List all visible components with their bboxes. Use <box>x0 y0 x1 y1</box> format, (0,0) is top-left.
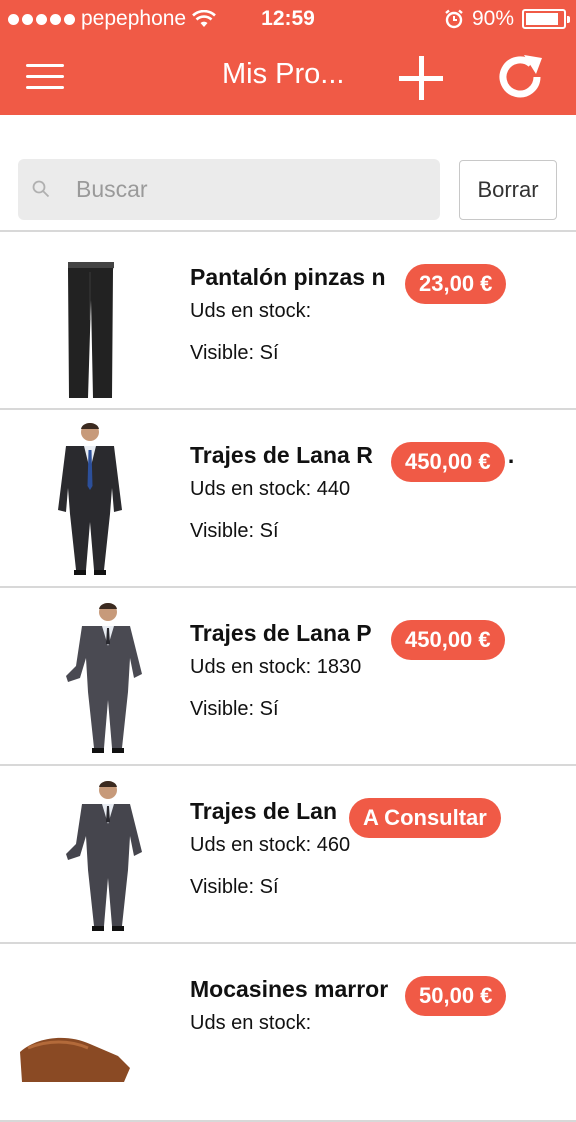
visibility-label: Visible: Sí <box>190 520 279 542</box>
price-badge: A Consultar <box>349 798 501 838</box>
menu-icon[interactable] <box>26 62 66 92</box>
search-box <box>18 159 440 220</box>
list-item[interactable]: Pantalón pinzas n 23,00 € Uds en stock: … <box>0 232 576 410</box>
status-bar: pepephone 12:59 90% <box>0 0 576 38</box>
visibility-label: Visible: Sí <box>190 342 279 364</box>
top-bar: pepephone 12:59 90% Mis Pro... <box>0 0 576 115</box>
price-badge: 450,00 € <box>391 620 505 660</box>
stock-label: Uds en stock: 1830 <box>190 656 362 678</box>
stock-label: Uds en stock: 460 <box>190 834 351 856</box>
battery-icon <box>522 9 570 29</box>
product-image-trousers <box>68 262 114 398</box>
list-item[interactable]: Trajes de Lan A Consultar Uds en stock: … <box>0 766 576 944</box>
product-name-overflow: . <box>507 442 515 468</box>
visibility-label: Visible: Sí <box>190 876 279 898</box>
refresh-icon[interactable] <box>494 52 548 102</box>
battery-percent: 90% <box>471 7 514 30</box>
alarm-icon <box>445 9 463 29</box>
stock-label: Uds en stock: 440 <box>190 478 351 500</box>
list-item[interactable]: Trajes de Lana R. 450,00 € Uds en stock:… <box>0 410 576 588</box>
product-image-suit <box>66 602 142 753</box>
price-badge: 23,00 € <box>405 264 507 304</box>
search-input[interactable] <box>76 159 426 220</box>
product-list: Pantalón pinzas n 23,00 € Uds en stock: … <box>0 232 576 1122</box>
clear-button[interactable]: Borrar <box>459 160 557 220</box>
price-badge: 50,00 € <box>405 976 507 1016</box>
product-image-suit <box>66 780 142 931</box>
search-icon <box>32 180 50 198</box>
navigation-bar: Mis Pro... <box>0 38 576 115</box>
battery-fill <box>526 13 558 25</box>
product-image-shoe <box>20 1037 130 1082</box>
price-badge: 450,00 € <box>391 442 505 482</box>
list-item[interactable]: Mocasines marror 50,00 € Uds en stock: <box>0 944 576 1122</box>
list-item[interactable]: Trajes de Lana P.. 450,00 € Uds en stock… <box>0 588 576 766</box>
product-image-suit <box>58 422 122 575</box>
visibility-label: Visible: Sí <box>190 698 279 720</box>
page-title: Mis Pro... <box>222 58 345 90</box>
plus-icon[interactable] <box>399 56 443 100</box>
stock-label: Uds en stock: <box>190 300 312 322</box>
